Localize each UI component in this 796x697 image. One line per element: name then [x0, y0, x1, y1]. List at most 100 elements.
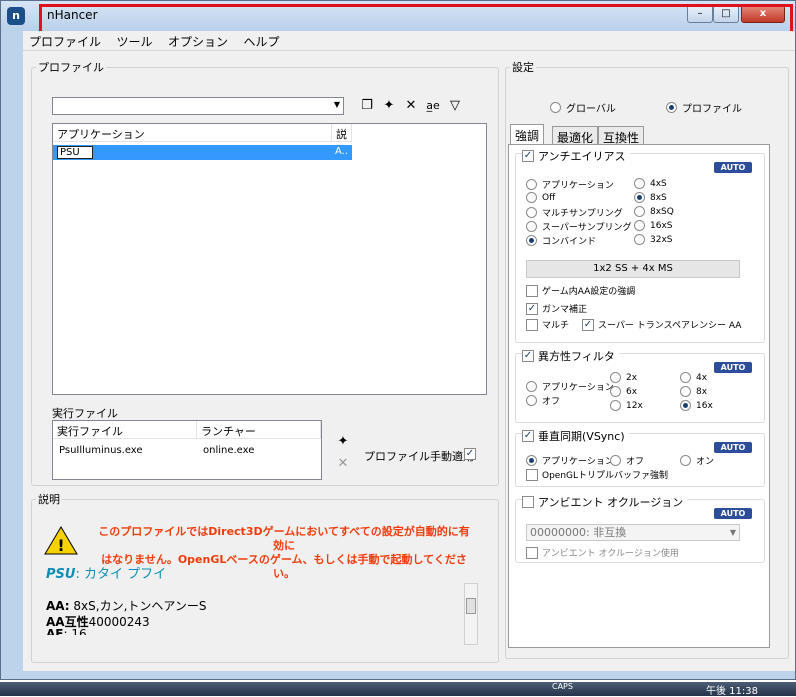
menu-help[interactable]: ヘルプ [238, 31, 286, 52]
vsync-on-radio[interactable]: オン [680, 454, 714, 467]
ao-checkbox[interactable]: アンビエント オクルージョン [522, 494, 688, 510]
profile-combo[interactable]: ▼ [52, 97, 344, 115]
ingame-aa-checkbox[interactable]: ゲーム内AA設定の強調 [526, 284, 635, 297]
table-row[interactable]: PSU A.. [53, 145, 352, 160]
triple-buffer-checkbox[interactable]: OpenGLトリプルバッファ強制 [526, 468, 668, 481]
maximize-button[interactable]: □ [713, 5, 739, 23]
aa-mode-display: 1x2 SS + 4x MS [526, 260, 740, 278]
vsync-checkbox[interactable]: ✓ 垂直同期(VSync) [522, 428, 629, 444]
af-8x-radio[interactable]: 8x [680, 386, 707, 397]
menu-profile[interactable]: プロファイル [23, 31, 107, 52]
window-title: nHancer [47, 8, 98, 22]
taskbar: CAPS 午後 11:38 [0, 682, 796, 697]
exe-list[interactable]: 実行ファイル ランチャー PsuIlluminus.exe online.exe [52, 420, 322, 480]
scroll-thumb[interactable] [466, 598, 476, 614]
aa-checkbox[interactable]: ✓ アンチエイリアス [522, 148, 630, 164]
tab-enhance[interactable]: 強調 [510, 124, 545, 145]
column-header-description[interactable]: 説 [332, 124, 352, 142]
settings-group: 設定 グローバル プロファイル 強調 最適化 互換性 ✓ アンチエイリアス AUT… [505, 59, 789, 659]
scope-global-radio[interactable]: グローバル [550, 100, 616, 115]
settings-legend: 設定 [512, 61, 534, 74]
ao-use-checkbox[interactable]: アンビエント オクルージョン使用 [526, 546, 679, 559]
af-16x-radio[interactable]: 16x [680, 400, 713, 411]
af-application-radio[interactable]: アプリケーション [526, 380, 614, 393]
af-off-radio[interactable]: オフ [526, 394, 560, 407]
aa-level-4xs-radio[interactable]: 4xS [634, 178, 667, 189]
row-desc: A.. [335, 146, 349, 157]
add-exe-icon[interactable]: ✦ [334, 433, 352, 451]
rename-icon[interactable]: a̲e [424, 97, 442, 115]
super-transparency-checkbox[interactable]: ✓ スーパー トランスペアレンシー AA [582, 318, 741, 331]
vsync-auto-badge[interactable]: AUTO [714, 442, 752, 453]
vsync-off-radio[interactable]: オフ [610, 454, 644, 467]
af-auto-badge[interactable]: AUTO [714, 362, 752, 373]
client-area: プロファイル ▼ ❐ ✦ ✕ a̲e ▽ アプリケーション 説 PSU A.. … [23, 51, 795, 671]
enhance-tab-panel: ✓ アンチエイリアス AUTO アプリケーション Off マルチサンプリング スー… [508, 144, 770, 648]
menu-options[interactable]: オプション [162, 31, 234, 52]
aa-auto-badge[interactable]: AUTO [714, 162, 752, 173]
vsync-application-radio[interactable]: アプリケーション [526, 454, 614, 467]
manual-apply-label: プロファイル手動適用 [364, 450, 474, 463]
aa-mode-combined-radio[interactable]: コンバインド [526, 234, 596, 247]
aa-level-16xs-radio[interactable]: 16xS [634, 220, 673, 231]
multi-transparency-checkbox[interactable]: マルチ [526, 318, 569, 331]
new-profile-icon[interactable]: ✦ [380, 97, 398, 115]
gamma-correction-checkbox[interactable]: ✓ ガンマ補正 [526, 302, 587, 315]
chevron-down-icon: ▼ [729, 528, 736, 537]
profile-title: PSU: カタイ プフイ [46, 563, 166, 582]
profile-title-kana: : カタイ プフイ [75, 567, 167, 582]
aa-mode-supersample-radio[interactable]: スーパーサンプリング [526, 220, 631, 233]
ao-group: アンビエント オクルージョン AUTO 00000000: 非互換 ▼ アンビエ… [515, 494, 765, 563]
description-line-aa: AA: 8xS,カン,トンヘアンーS [46, 599, 207, 613]
close-button[interactable]: x [741, 5, 785, 23]
remove-exe-icon[interactable]: ✕ [334, 455, 352, 473]
aa-mode-application-radio[interactable]: アプリケーション [526, 178, 614, 191]
description-line-af: AF: 16 [46, 627, 87, 635]
column-header-exe[interactable]: 実行ファイル [53, 421, 197, 439]
tab-optimize[interactable]: 最適化 [552, 126, 599, 145]
aa-level-8xsq-radio[interactable]: 8xSQ [634, 206, 674, 217]
warning-icon: ! [44, 525, 78, 555]
copy-icon[interactable]: ❐ [358, 97, 376, 115]
af-2x-radio[interactable]: 2x [610, 372, 637, 383]
ao-select[interactable]: 00000000: 非互換 ▼ [526, 524, 740, 541]
manual-apply-checkbox[interactable]: ✓ [464, 448, 480, 460]
scope-profile-radio[interactable]: プロファイル [666, 100, 742, 115]
aa-group: ✓ アンチエイリアス AUTO アプリケーション Off マルチサンプリング スー… [515, 148, 765, 343]
af-group: ✓ 異方性フィルタ AUTO アプリケーション オフ 2x 6x 12x 4x 8… [515, 348, 765, 423]
column-header-application[interactable]: アプリケーション [53, 124, 332, 142]
aa-mode-multisample-radio[interactable]: マルチサンプリング [526, 206, 623, 219]
description-legend: 説明 [38, 493, 60, 506]
chevron-down-icon: ▼ [333, 100, 340, 109]
ao-auto-badge[interactable]: AUTO [714, 508, 752, 519]
minimize-button[interactable]: – [687, 5, 713, 23]
tab-compat[interactable]: 互換性 [598, 126, 645, 145]
column-header-launcher[interactable]: ランチャー [197, 421, 321, 439]
profile-legend: プロファイル [38, 61, 104, 74]
main-window: n nHancer – □ x プロファイル ツール オプション ヘルプ プロフ… [0, 0, 796, 680]
aa-level-8xs-radio[interactable]: 8xS [634, 192, 667, 203]
delete-icon[interactable]: ✕ [402, 97, 420, 115]
af-4x-radio[interactable]: 4x [680, 372, 707, 383]
aa-mode-off-radio[interactable]: Off [526, 192, 555, 203]
af-checkbox[interactable]: ✓ 異方性フィルタ [522, 348, 619, 364]
app-icon: n [7, 7, 25, 25]
aa-level-32xs-radio[interactable]: 32xS [634, 234, 673, 245]
exe-file[interactable]: PsuIlluminus.exe [59, 445, 143, 456]
title-bar[interactable]: n nHancer – □ x [1, 1, 795, 31]
exe-launcher[interactable]: online.exe [203, 445, 254, 456]
description-scrollbar[interactable] [464, 583, 478, 645]
vsync-group: ✓ 垂直同期(VSync) AUTO アプリケーション オフ オン OpenGLト… [515, 428, 765, 487]
profile-group: プロファイル ▼ ❐ ✦ ✕ a̲e ▽ アプリケーション 説 PSU A.. … [31, 59, 499, 486]
af-6x-radio[interactable]: 6x [610, 386, 637, 397]
af-12x-radio[interactable]: 12x [610, 400, 643, 411]
row-name-edit[interactable]: PSU [57, 146, 93, 159]
caps-indicator: CAPS [552, 682, 573, 691]
description-group: 説明 ! このプロファイルではDirect3Dゲームにおいてすべての設定が自動的… [31, 491, 499, 663]
profile-title-name: PSU [46, 567, 76, 582]
profile-list[interactable]: アプリケーション 説 PSU A.. [52, 123, 487, 395]
menu-tools[interactable]: ツール [111, 31, 159, 52]
svg-text:!: ! [57, 536, 64, 555]
clock[interactable]: 午後 11:38 [706, 682, 758, 697]
filter-icon[interactable]: ▽ [446, 97, 464, 115]
